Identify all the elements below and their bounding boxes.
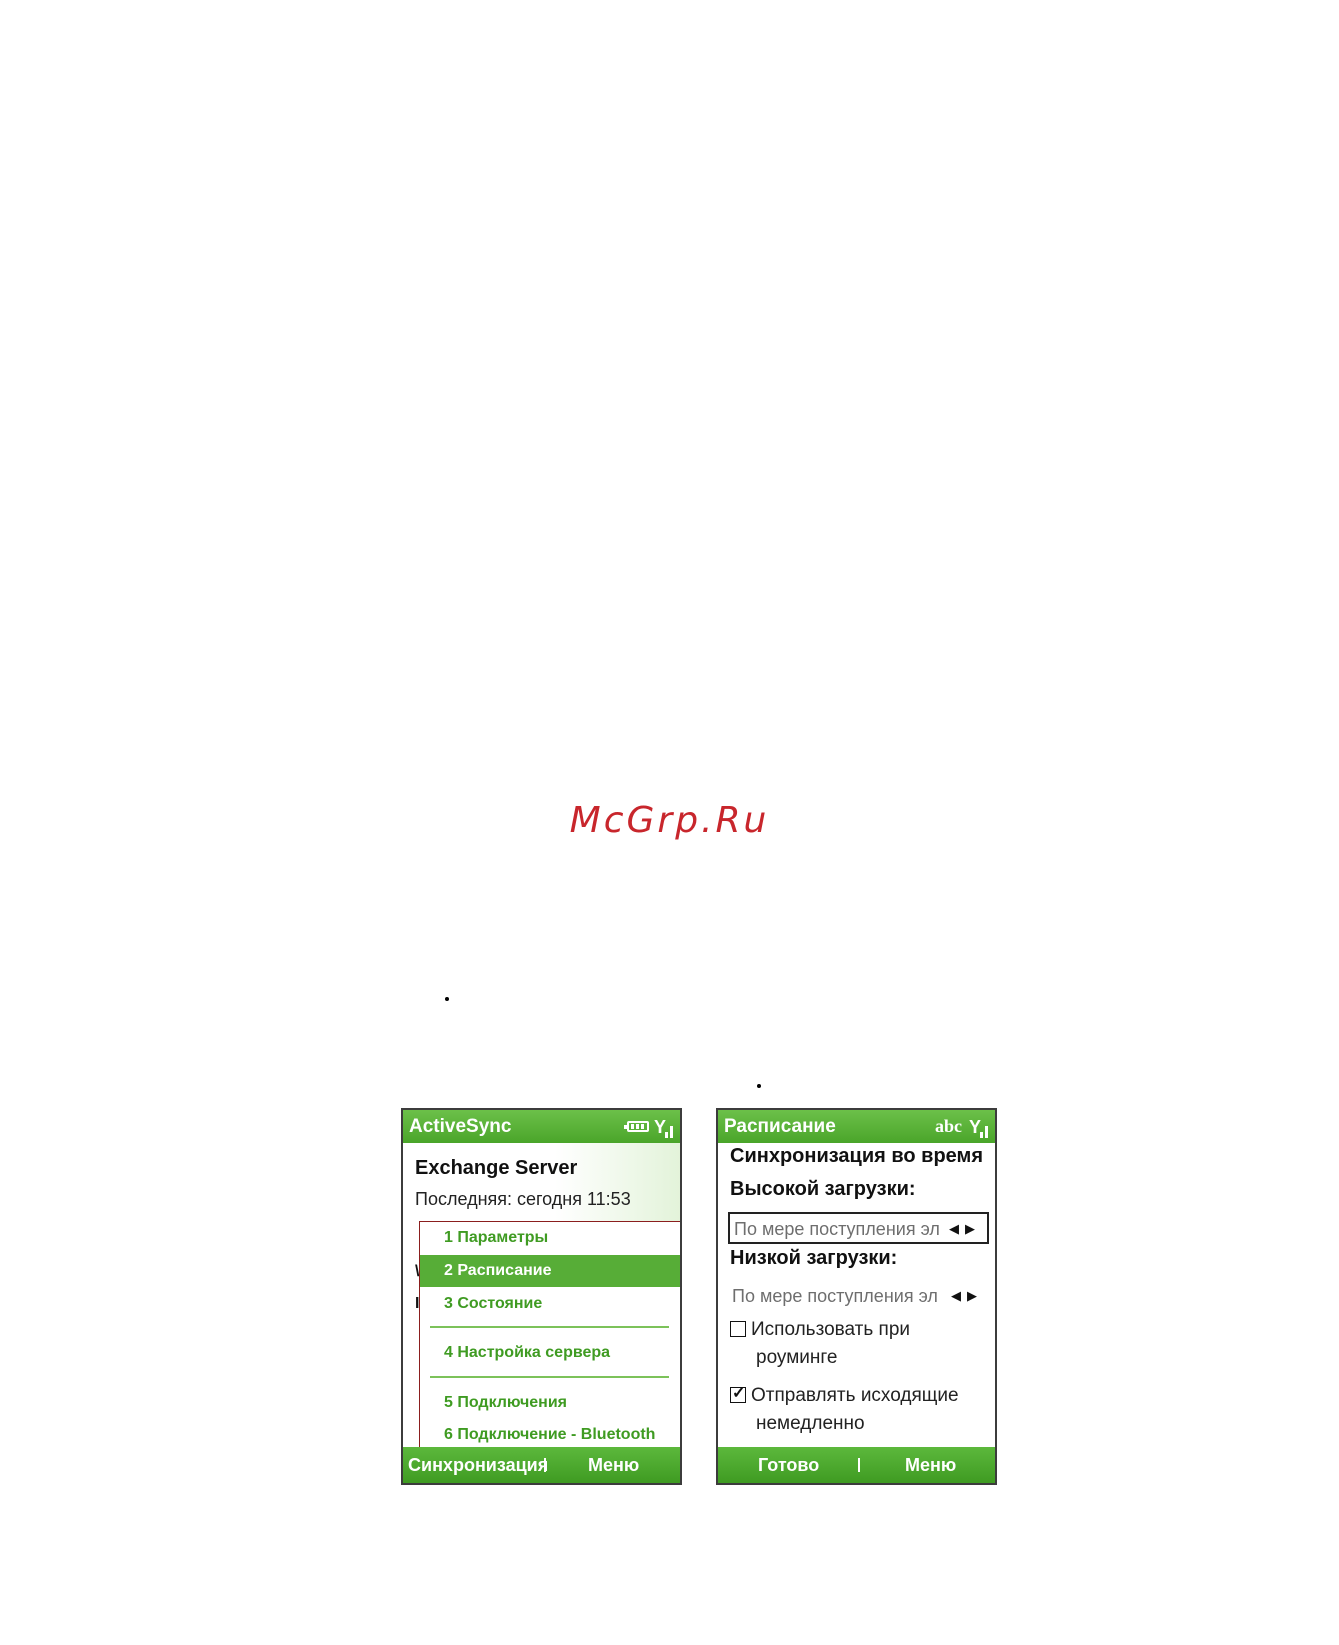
softkey-bar: Синхронизация Меню bbox=[403, 1447, 680, 1483]
schedule-screen: Расписание abc Y Синхронизация во время … bbox=[716, 1108, 997, 1485]
roaming-label-line2: роуминге bbox=[756, 1347, 838, 1368]
menu-item-schedule[interactable]: 2 Расписание bbox=[420, 1255, 680, 1287]
main-content: Exchange Server Последняя: сегодня 11:53… bbox=[403, 1143, 680, 1451]
send-immediately-checkbox[interactable] bbox=[730, 1383, 746, 1403]
sync-during-heading: Синхронизация во время bbox=[730, 1145, 984, 1167]
offpeak-value: По мере поступления эл bbox=[732, 1286, 938, 1306]
send-label-line2: немедленно bbox=[756, 1413, 865, 1434]
title-bar: Расписание abc Y bbox=[718, 1110, 995, 1143]
menu-softkey[interactable]: Меню bbox=[588, 1455, 639, 1476]
menu-item-connections[interactable]: 5 Подключения bbox=[420, 1387, 680, 1419]
title-bar: ActiveSync Y bbox=[403, 1110, 680, 1143]
roaming-option[interactable]: Использовать при роуминге bbox=[730, 1319, 910, 1369]
account-heading: Exchange Server bbox=[415, 1157, 578, 1179]
left-right-arrows-icon: ◀▶ bbox=[951, 1288, 983, 1303]
screen-title: Расписание bbox=[724, 1115, 836, 1137]
menu-item-server-setup[interactable]: 4 Настройка сервера bbox=[420, 1337, 680, 1369]
battery-icon bbox=[624, 1121, 649, 1132]
send-immediately-option[interactable]: Отправлять исходящие немедленно bbox=[730, 1383, 959, 1435]
menu-divider bbox=[430, 1326, 669, 1328]
sync-softkey[interactable]: Синхронизация bbox=[403, 1455, 548, 1476]
menu-item-parameters[interactable]: 1 Параметры bbox=[420, 1222, 680, 1254]
main-content: Синхронизация во время Высокой загрузки:… bbox=[718, 1143, 995, 1447]
menu-divider bbox=[430, 1376, 669, 1378]
status-icons: abc Y bbox=[935, 1116, 989, 1138]
left-right-arrows-icon: ◀▶ bbox=[949, 1221, 981, 1236]
send-label-line1: Отправлять исходящие bbox=[751, 1385, 959, 1406]
menu-item-status[interactable]: 3 Состояние bbox=[420, 1288, 680, 1320]
stray-dot bbox=[757, 1084, 761, 1088]
last-sync-text: Последняя: сегодня 11:53 bbox=[415, 1189, 631, 1209]
softkey-separator bbox=[858, 1458, 860, 1472]
done-softkey[interactable]: Готово bbox=[718, 1455, 858, 1476]
input-mode-indicator: abc bbox=[935, 1116, 962, 1136]
roaming-checkbox[interactable] bbox=[730, 1321, 746, 1337]
context-menu: 1 Параметры 2 Расписание 3 Состояние 4 Н… bbox=[419, 1221, 680, 1451]
peak-value: По мере поступления эл bbox=[734, 1219, 940, 1239]
peak-picker[interactable]: По мере поступления эл ◀▶ bbox=[728, 1212, 989, 1244]
roaming-label-line1: Использовать при bbox=[751, 1319, 911, 1340]
signal-icon: Y bbox=[652, 1116, 674, 1138]
softkey-bar: Готово Меню bbox=[718, 1447, 995, 1483]
app-title: ActiveSync bbox=[409, 1115, 512, 1137]
offpeak-label: Низкой загрузки: bbox=[730, 1247, 898, 1269]
signal-icon: Y bbox=[967, 1116, 989, 1138]
status-icons: Y bbox=[624, 1116, 674, 1138]
peak-label: Высокой загрузки: bbox=[730, 1178, 916, 1200]
softkey-separator bbox=[544, 1458, 546, 1472]
activesync-screen: ActiveSync Y Exchange Server Последняя: … bbox=[401, 1108, 682, 1485]
offpeak-picker[interactable]: По мере поступления эл ◀▶ bbox=[728, 1281, 989, 1313]
watermark: McGrp.Ru bbox=[569, 800, 770, 841]
menu-softkey[interactable]: Меню bbox=[905, 1455, 956, 1476]
stray-dot bbox=[445, 997, 449, 1001]
